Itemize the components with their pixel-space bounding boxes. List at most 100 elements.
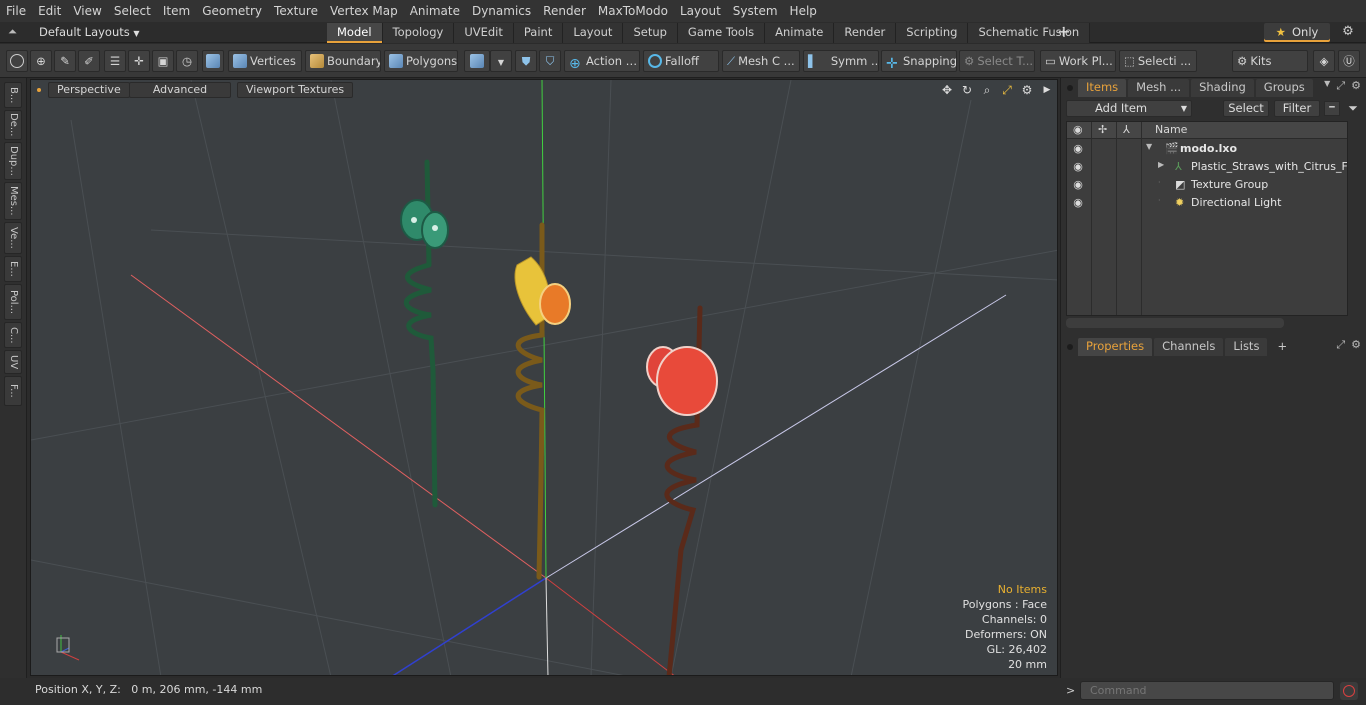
kits-button[interactable]: ⚙ Kits <box>1232 50 1308 72</box>
menu-layout[interactable]: Layout <box>674 0 727 22</box>
strip-tab-8[interactable]: C... <box>4 322 22 348</box>
vertices-button[interactable]: Vertices <box>228 50 302 72</box>
shield-alt-button[interactable]: ⛉ <box>539 50 561 72</box>
layout-arrow-icon[interactable]: ⏶ <box>8 26 20 38</box>
tab-groups[interactable]: Groups <box>1255 79 1313 97</box>
move-icon[interactable]: ✥ <box>939 82 955 98</box>
tab-items[interactable]: Items <box>1078 79 1127 97</box>
select-circle-button[interactable] <box>6 50 28 72</box>
unity-button[interactable]: ◈ <box>1313 50 1335 72</box>
menu-animate[interactable]: Animate <box>404 0 466 22</box>
strip-tab-9[interactable]: UV <box>4 350 22 374</box>
symmetry-button[interactable]: ▌ Symm ... <box>803 50 879 72</box>
tab-animate[interactable]: Animate <box>765 23 835 43</box>
tree-row-mesh[interactable]: ◉ ▶ ⅄ Plastic_Straws_with_Citrus_F... <box>1067 158 1347 176</box>
tab-setup[interactable]: Setup <box>623 23 678 43</box>
tab-channels[interactable]: Channels <box>1154 338 1224 356</box>
gear-icon[interactable]: ⚙ <box>1019 82 1035 98</box>
visibility-column-icon[interactable]: ◉ <box>1073 123 1083 136</box>
tree-row-texture-group[interactable]: ◉ · ◩ Texture Group <box>1067 176 1347 194</box>
eye-icon[interactable]: ◉ <box>1071 143 1085 154</box>
menu-maxtomodo[interactable]: MaxToModo <box>592 0 674 22</box>
strip-tab-7[interactable]: Pol... <box>4 284 22 320</box>
record-macro-button[interactable] <box>1340 682 1358 700</box>
tree-row-modo-lxo[interactable]: ◉ ▼ 🎬 modo.lxo <box>1067 140 1347 158</box>
tab-model[interactable]: Model <box>327 23 383 43</box>
strip-tab-2[interactable]: De... <box>4 110 22 140</box>
tab-lists[interactable]: Lists <box>1225 338 1268 356</box>
only-button[interactable]: ★ Only <box>1264 23 1330 42</box>
3d-viewport[interactable]: Perspective Advanced Viewport Textures ✥… <box>30 79 1058 676</box>
tab-uvedit[interactable]: UVEdit <box>454 23 514 43</box>
tab-scripting[interactable]: Scripting <box>896 23 969 43</box>
expand-icon[interactable]: ⤢ <box>1336 79 1345 93</box>
element-button[interactable]: ▣ <box>152 50 174 72</box>
menu-geometry[interactable]: Geometry <box>196 0 268 22</box>
add-panel-tab-button[interactable]: + <box>1269 338 1295 356</box>
strip-tab-6[interactable]: E... <box>4 256 22 282</box>
work-plane-button[interactable]: ▭ Work Pl... <box>1040 50 1116 72</box>
tab-topology[interactable]: Topology <box>382 23 455 43</box>
snapping-button[interactable]: ✛ Snapping <box>881 50 957 72</box>
chevron-down-icon[interactable]: ▼ <box>1324 79 1330 93</box>
tab-game-tools[interactable]: Game Tools <box>677 23 766 43</box>
layout-dropdown[interactable]: Default Layouts ▼ <box>33 24 146 41</box>
column-name[interactable]: Name <box>1155 123 1187 136</box>
menu-render[interactable]: Render <box>537 0 592 22</box>
selection-sets-button[interactable]: ⬚ Selecti ... <box>1119 50 1197 72</box>
gear-icon[interactable]: ⚙ <box>1351 79 1361 93</box>
menu-file[interactable]: File <box>0 0 32 22</box>
menu-texture[interactable]: Texture <box>268 0 324 22</box>
eye-icon[interactable]: ◉ <box>1071 161 1085 172</box>
advanced-button[interactable]: Advanced <box>129 82 231 98</box>
action-center-button[interactable]: ⊕ Action … <box>564 50 640 72</box>
tab-layout[interactable]: Layout <box>563 23 624 43</box>
locator-column-icon[interactable]: ⅄ <box>1123 123 1130 136</box>
expand-triangle-icon[interactable]: ▼ <box>1146 142 1152 151</box>
align-button[interactable]: ☰ <box>104 50 126 72</box>
falloff-button[interactable]: Falloff <box>643 50 719 72</box>
rotate-icon[interactable]: ↻ <box>959 82 975 98</box>
filter-button[interactable]: Filter <box>1274 100 1320 117</box>
gear-icon[interactable]: ⚙ <box>1340 24 1356 40</box>
rotate-button[interactable]: ◷ <box>176 50 198 72</box>
strip-tab-5[interactable]: Ve... <box>4 222 22 254</box>
strip-tab-4[interactable]: Mes... <box>4 182 22 220</box>
panel-dot[interactable] <box>1067 344 1073 350</box>
gear-icon[interactable]: ⚙ <box>1351 338 1361 352</box>
brush-button[interactable]: ✐ <box>78 50 100 72</box>
viewport-textures-button[interactable]: Viewport Textures <box>237 82 354 98</box>
mesh-constraint-button[interactable]: ⟋ Mesh C ... <box>722 50 800 72</box>
funnel-icon[interactable]: ⏷ <box>1345 101 1361 116</box>
menu-dynamics[interactable]: Dynamics <box>466 0 537 22</box>
center-button[interactable]: ✛ <box>128 50 150 72</box>
strip-tab-3[interactable]: Dup... <box>4 142 22 180</box>
tab-mesh[interactable]: Mesh ... <box>1128 79 1190 97</box>
pen-button[interactable]: ✎ <box>54 50 76 72</box>
perspective-button[interactable]: Perspective <box>48 82 130 98</box>
collapse-triangle-icon[interactable]: ▶ <box>1158 160 1164 169</box>
unreal-button[interactable]: Ⓤ <box>1338 50 1360 72</box>
material-dropdown[interactable]: ▼ <box>490 50 512 72</box>
add-tab-button[interactable]: + <box>1056 23 1072 42</box>
tree-vertical-scrollbar[interactable] <box>1349 121 1359 316</box>
tree-horizontal-scrollbar[interactable] <box>1066 318 1284 328</box>
strip-tab-1[interactable]: B... <box>4 82 22 108</box>
menu-view[interactable]: View <box>67 0 107 22</box>
boundary-button[interactable]: Boundary <box>305 50 381 72</box>
menu-edit[interactable]: Edit <box>32 0 67 22</box>
tab-shading[interactable]: Shading <box>1191 79 1254 97</box>
add-item-button[interactable]: Add Item ▼ <box>1066 100 1192 117</box>
globe-button[interactable]: ⊕ <box>30 50 52 72</box>
polygons-button[interactable]: Polygons <box>384 50 458 72</box>
tab-paint[interactable]: Paint <box>513 23 564 43</box>
menu-select[interactable]: Select <box>108 0 157 22</box>
menu-item[interactable]: Item <box>157 0 196 22</box>
collapse-icon[interactable]: ━ <box>1324 101 1340 116</box>
tab-render[interactable]: Render <box>834 23 897 43</box>
tree-row-directional-light[interactable]: ◉ · ✹ Directional Light <box>1067 194 1347 212</box>
item-mode-button[interactable] <box>202 50 224 72</box>
menu-vertex-map[interactable]: Vertex Map <box>324 0 404 22</box>
lock-column-icon[interactable]: ✢ <box>1098 123 1107 136</box>
menu-help[interactable]: Help <box>784 0 823 22</box>
